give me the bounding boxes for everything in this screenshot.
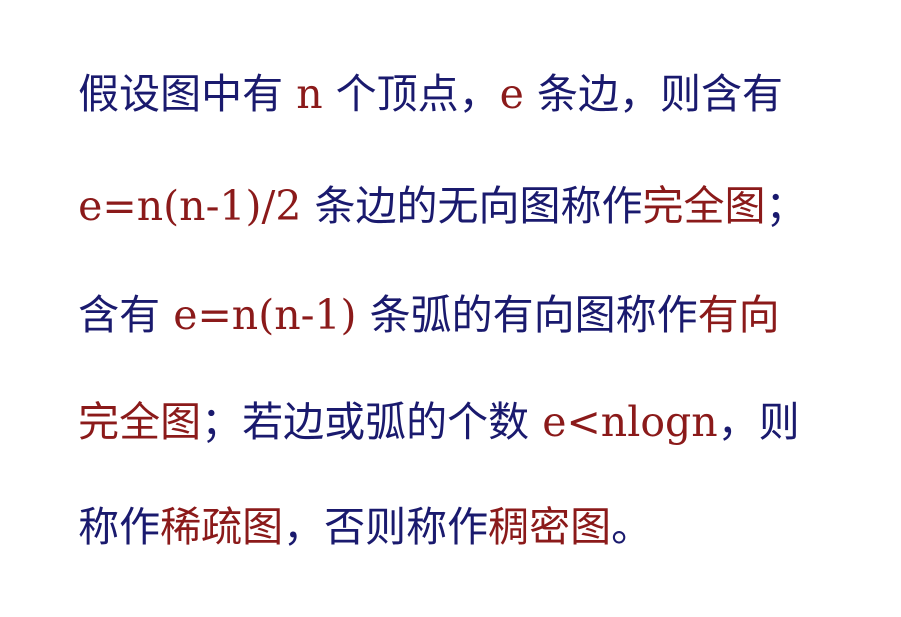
line-2-segment-4: ； [765, 182, 807, 230]
line-2-segment-3: 完全图 [642, 182, 766, 230]
document-page: 假设图中有 n 个顶点，e 条边，则含有 e=n(n-1)/2 条边的无向图称作… [0, 0, 901, 551]
paragraph-line-3: 含有 e=n(n-1) 条弧的有向图称作有向 [26, 225, 779, 339]
line-1-segment-5: 条边，则含有 [523, 70, 783, 118]
line-1-segment-1: 假设图中有 [78, 70, 297, 118]
line-2-segment-2: 条边的无向图称作 [301, 182, 643, 230]
line-1-segment-4: e [499, 70, 524, 118]
line-5-segment-5: 。 [611, 503, 653, 551]
line-2-segment-1: e=n(n-1)/2 [78, 182, 302, 230]
line-5-segment-2: 稀疏图 [160, 503, 284, 551]
paragraph-line-4: 完全图；若边或弧的个数 e<nlogn，则 [26, 332, 800, 446]
paragraph-line-1: 假设图中有 n 个顶点，e 条边，则含有 [26, 4, 783, 118]
paragraph-line-2: e=n(n-1)/2 条边的无向图称作完全图； [26, 116, 806, 230]
line-1-segment-3: 个顶点， [322, 70, 500, 118]
line-5-segment-3: ，否则称作 [283, 503, 489, 551]
line-5-segment-1: 称作 [78, 503, 161, 551]
line-5-segment-4: 稠密图 [488, 503, 612, 551]
line-4-segment-4: ，则 [717, 398, 800, 446]
paragraph-line-5: 称作稀疏图，否则称作稠密图。 [26, 437, 652, 551]
line-1-segment-2: n [296, 70, 323, 118]
